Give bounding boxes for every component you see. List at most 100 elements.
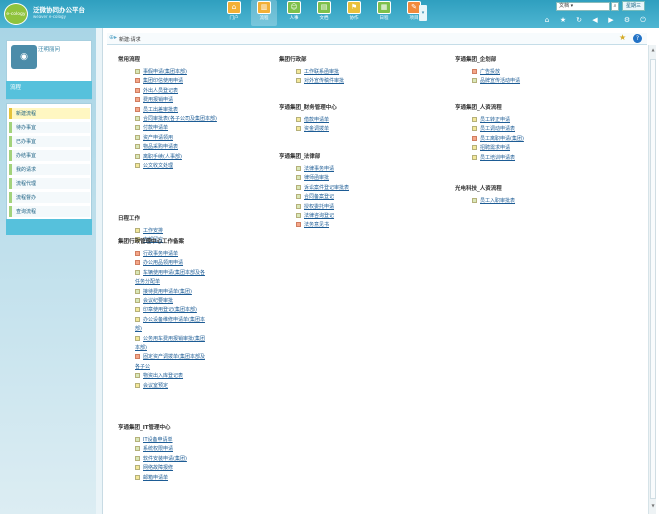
sidebar-item-4[interactable]: 我的请求 — [9, 164, 90, 175]
workflow-label[interactable]: 车辆使用申请(集团本部及各 — [143, 269, 205, 276]
workflow-item[interactable]: 诉讼案件登记审批表 — [296, 184, 349, 191]
sidebar-item-0[interactable]: 新建流程 — [9, 108, 90, 119]
nav-item-3[interactable]: ▤ 文档 — [311, 0, 337, 26]
workflow-label[interactable]: 接待费用申请单(集团) — [143, 288, 192, 295]
workflow-label[interactable]: 招聘需求申请 — [480, 144, 510, 151]
help-icon[interactable]: ? — [633, 34, 642, 43]
nav-item-0[interactable]: ⌂ 门户 — [221, 0, 247, 26]
workflow-label[interactable]: 物品采购申请表 — [143, 143, 178, 150]
workflow-item[interactable]: 事假申请(集团本部) — [135, 68, 187, 75]
workflow-label[interactable]: 资产申请领用 — [143, 134, 173, 141]
workflow-item[interactable]: 办公设备维修申请单(集团本 — [135, 316, 205, 323]
workflow-label[interactable]: 法律咨询登记 — [304, 212, 334, 219]
nav-item-5[interactable]: ▦ 日程 — [371, 0, 397, 26]
workflow-item[interactable]: 会议纪要审批 — [135, 297, 173, 304]
workflow-item[interactable]: 员工入职审批表 — [472, 197, 515, 204]
workflow-label-continued[interactable]: 各子公 — [135, 363, 150, 370]
workflow-label[interactable]: 工作安排 — [143, 227, 163, 234]
workflow-label[interactable]: IT设备申请单 — [143, 436, 173, 443]
workflow-item[interactable]: 资产申请领用 — [135, 134, 173, 141]
workflow-item[interactable]: 员工调动申请表 — [472, 125, 515, 132]
workflow-item[interactable]: 员工培训申请表 — [472, 154, 515, 161]
search-icon[interactable]: ⌕ — [611, 1, 619, 11]
workflow-item[interactable]: 印章使用登记(集团本部) — [135, 306, 197, 313]
workflow-item[interactable]: 系统权限申请 — [135, 445, 173, 452]
workflow-item[interactable]: 车辆使用申请(集团本部及各 — [135, 269, 205, 276]
workflow-label-continued[interactable]: 部) — [135, 325, 142, 332]
avatar[interactable]: ◉ — [11, 45, 37, 69]
workflow-item[interactable]: 法务意见书 — [296, 221, 329, 228]
workflow-item[interactable]: 固定资产调拨单(集团本部及 — [135, 353, 205, 360]
workflow-item[interactable]: 对外宣传稿件审批 — [296, 77, 344, 84]
workflow-label-continued[interactable]: 任务分配单 — [135, 278, 160, 285]
workflow-item[interactable]: 软件安装申请(集团) — [135, 455, 187, 462]
workflow-label[interactable]: 离职手续(人事部) — [143, 153, 182, 160]
workflow-label[interactable]: 物资出入库登记表 — [143, 372, 183, 379]
workflow-item[interactable]: 品牌宣传活动申请 — [472, 77, 520, 84]
workflow-label[interactable]: 合同审批表(各子公司及集团本部) — [143, 115, 217, 122]
workflow-label[interactable]: 事假申请(集团本部) — [143, 68, 187, 75]
refresh-icon[interactable]: ↻ — [574, 15, 584, 25]
workflow-item[interactable]: 员工出差审批表 — [135, 106, 178, 113]
workflow-label[interactable]: 系统权限申请 — [143, 445, 173, 452]
nav-more-button[interactable]: ▾ — [419, 5, 427, 21]
workflow-label[interactable]: 公务用车费用报销审批(集团 — [143, 335, 205, 342]
workflow-label[interactable]: 员工调动申请表 — [480, 125, 515, 132]
nav-item-2[interactable]: ☺ 人事 — [281, 0, 307, 26]
workflow-label[interactable]: 固定资产调拨单(集团本部及 — [143, 353, 205, 360]
workflow-label[interactable]: 网络故障报修 — [143, 464, 173, 471]
workflow-label[interactable]: 借款申请单 — [304, 116, 329, 123]
workflow-item[interactable]: 合同备案登记 — [296, 193, 334, 200]
scroll-down-icon[interactable]: ▼ — [650, 503, 656, 511]
workflow-item[interactable]: 接待费用申请单(集团) — [135, 288, 192, 295]
workflow-item[interactable]: 授权委托申请 — [296, 203, 334, 210]
scroll-up-icon[interactable]: ▲ — [650, 47, 656, 55]
workflow-label[interactable]: 外出人员登记表 — [143, 87, 178, 94]
settings-icon[interactable]: ⚙ — [622, 15, 632, 25]
workflow-item[interactable]: 公文收文处理 — [135, 162, 173, 169]
workflow-item[interactable]: 付款申请单 — [135, 124, 168, 131]
vertical-scrollbar[interactable]: ▲ ▼ — [648, 45, 656, 514]
workflow-item[interactable]: 邮箱申请单 — [135, 474, 168, 481]
nav-item-1[interactable]: ▥ 流程 — [251, 0, 277, 26]
workflow-label[interactable]: 费用报销申请 — [143, 96, 173, 103]
workflow-label[interactable]: 员工入职审批表 — [480, 197, 515, 204]
workflow-label[interactable]: 公文收文处理 — [143, 162, 173, 169]
scroll-thumb[interactable] — [650, 59, 656, 499]
workflow-item[interactable]: 工作联系函审批 — [296, 68, 339, 75]
workflow-item[interactable]: 招聘需求申请 — [472, 144, 510, 151]
power-icon[interactable]: ⏻ — [638, 15, 648, 25]
workflow-item[interactable]: 员工离职申请(集团) — [472, 135, 524, 142]
workflow-item[interactable]: 集团印信使用申请 — [135, 77, 183, 84]
workflow-item[interactable]: 律师函审批 — [296, 174, 329, 181]
search-type-select[interactable]: 文档 ▾ — [556, 1, 610, 11]
workflow-item[interactable]: 离职手续(人事部) — [135, 153, 182, 160]
workflow-item[interactable]: 借款申请单 — [296, 116, 329, 123]
sidebar-item-2[interactable]: 已办事宜 — [9, 136, 90, 147]
workflow-item[interactable]: 网络故障报修 — [135, 464, 173, 471]
workflow-item[interactable]: 费用报销申请 — [135, 96, 173, 103]
workflow-label[interactable]: 邮箱申请单 — [143, 474, 168, 481]
workflow-label[interactable]: 对外宣传稿件审批 — [304, 77, 344, 84]
workflow-label[interactable]: 员工培训申请表 — [480, 154, 515, 161]
workflow-label[interactable]: 资金调拨单 — [304, 125, 329, 132]
workflow-item[interactable]: 工作安排 — [135, 227, 163, 234]
workflow-label[interactable]: 会议室预定 — [143, 382, 168, 389]
workflow-label[interactable]: 律师函审批 — [304, 174, 329, 181]
home-icon[interactable]: ⌂ — [542, 15, 552, 25]
sidebar-item-6[interactable]: 流程督办 — [9, 192, 90, 203]
sidebar-item-5[interactable]: 流程代理 — [9, 178, 90, 189]
workflow-item[interactable]: 法律事务申请 — [296, 165, 334, 172]
workflow-label[interactable]: 集团印信使用申请 — [143, 77, 183, 84]
forward-icon[interactable]: ▶ — [606, 15, 616, 25]
nav-item-4[interactable]: ⚑ 协作 — [341, 0, 367, 26]
workflow-item[interactable]: 行政事务申请单 — [135, 250, 178, 257]
workflow-label[interactable]: 员工出差审批表 — [143, 106, 178, 113]
workflow-label[interactable]: 合同备案登记 — [304, 193, 334, 200]
workflow-label[interactable]: 工作联系函审批 — [304, 68, 339, 75]
workflow-label[interactable]: 行政事务申请单 — [143, 250, 178, 257]
workflow-item[interactable]: 会议室预定 — [135, 382, 168, 389]
workflow-label[interactable]: 员工转正申请 — [480, 116, 510, 123]
workflow-label[interactable]: 法律事务申请 — [304, 165, 334, 172]
sidebar-item-7[interactable]: 查询流程 — [9, 206, 90, 217]
